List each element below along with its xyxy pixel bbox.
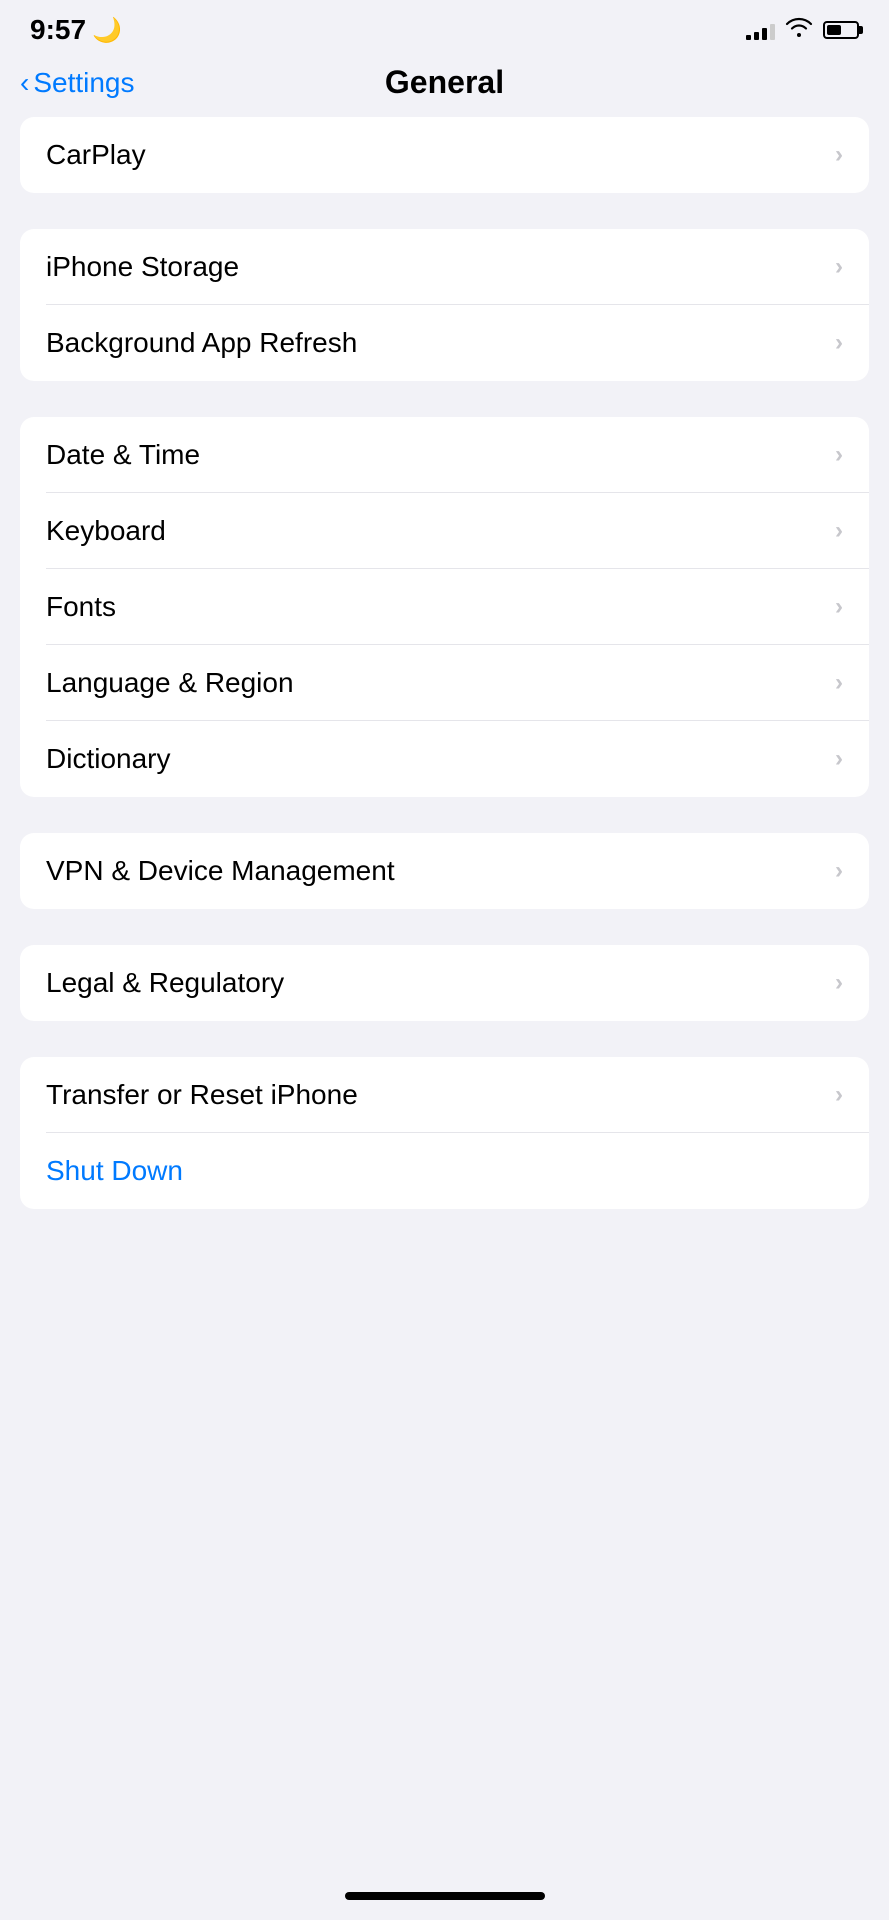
- legal-group: Legal & Regulatory ›: [20, 945, 869, 1021]
- shut-down-row[interactable]: Shut Down: [20, 1133, 869, 1209]
- status-icons: [746, 17, 859, 43]
- wifi-icon: [785, 17, 813, 43]
- reset-group: Transfer or Reset iPhone › Shut Down: [20, 1057, 869, 1209]
- vpn-group: VPN & Device Management ›: [20, 833, 869, 909]
- keyboard-chevron-icon: ›: [835, 517, 843, 545]
- signal-bar-3: [762, 28, 767, 40]
- back-button[interactable]: ‹ Settings: [20, 67, 135, 99]
- signal-bars-icon: [746, 20, 775, 40]
- signal-bar-2: [754, 32, 759, 40]
- battery-icon: [823, 21, 859, 39]
- background-app-refresh-chevron-icon: ›: [835, 329, 843, 357]
- status-time: 9:57 🌙: [30, 14, 122, 46]
- signal-bar-4: [770, 24, 775, 40]
- content-area: CarPlay › iPhone Storage › Background Ap…: [0, 117, 889, 1209]
- nav-header: ‹ Settings General: [0, 56, 889, 117]
- language-region-chevron-icon: ›: [835, 669, 843, 697]
- dictionary-row[interactable]: Dictionary ›: [20, 721, 869, 797]
- transfer-reset-label: Transfer or Reset iPhone: [46, 1079, 358, 1111]
- page-title: General: [385, 64, 504, 101]
- legal-label: Legal & Regulatory: [46, 967, 284, 999]
- iphone-storage-label: iPhone Storage: [46, 251, 239, 283]
- date-time-chevron-icon: ›: [835, 441, 843, 469]
- home-indicator: [345, 1892, 545, 1900]
- date-time-row[interactable]: Date & Time ›: [20, 417, 869, 493]
- carplay-group: CarPlay ›: [20, 117, 869, 193]
- moon-icon: 🌙: [92, 16, 122, 45]
- transfer-reset-chevron-icon: ›: [835, 1081, 843, 1109]
- shut-down-label[interactable]: Shut Down: [46, 1155, 183, 1187]
- carplay-label: CarPlay: [46, 139, 146, 171]
- vpn-row[interactable]: VPN & Device Management ›: [20, 833, 869, 909]
- time-label: 9:57: [30, 14, 86, 46]
- status-bar: 9:57 🌙: [0, 0, 889, 56]
- transfer-reset-row[interactable]: Transfer or Reset iPhone ›: [20, 1057, 869, 1133]
- iphone-storage-chevron-icon: ›: [835, 253, 843, 281]
- legal-row[interactable]: Legal & Regulatory ›: [20, 945, 869, 1021]
- vpn-label: VPN & Device Management: [46, 855, 395, 887]
- back-label[interactable]: Settings: [33, 67, 134, 99]
- back-chevron-icon: ‹: [20, 69, 29, 97]
- fonts-chevron-icon: ›: [835, 593, 843, 621]
- background-app-refresh-row[interactable]: Background App Refresh ›: [20, 305, 869, 381]
- keyboard-label: Keyboard: [46, 515, 166, 547]
- fonts-row[interactable]: Fonts ›: [20, 569, 869, 645]
- carplay-row[interactable]: CarPlay ›: [20, 117, 869, 193]
- signal-bar-1: [746, 35, 751, 40]
- background-app-refresh-label: Background App Refresh: [46, 327, 357, 359]
- language-region-label: Language & Region: [46, 667, 294, 699]
- locale-group: Date & Time › Keyboard › Fonts › Languag…: [20, 417, 869, 797]
- keyboard-row[interactable]: Keyboard ›: [20, 493, 869, 569]
- battery-fill: [827, 25, 841, 35]
- language-region-row[interactable]: Language & Region ›: [20, 645, 869, 721]
- vpn-chevron-icon: ›: [835, 857, 843, 885]
- storage-group: iPhone Storage › Background App Refresh …: [20, 229, 869, 381]
- legal-chevron-icon: ›: [835, 969, 843, 997]
- fonts-label: Fonts: [46, 591, 116, 623]
- iphone-storage-row[interactable]: iPhone Storage ›: [20, 229, 869, 305]
- dictionary-chevron-icon: ›: [835, 745, 843, 773]
- carplay-chevron-icon: ›: [835, 141, 843, 169]
- dictionary-label: Dictionary: [46, 743, 170, 775]
- date-time-label: Date & Time: [46, 439, 200, 471]
